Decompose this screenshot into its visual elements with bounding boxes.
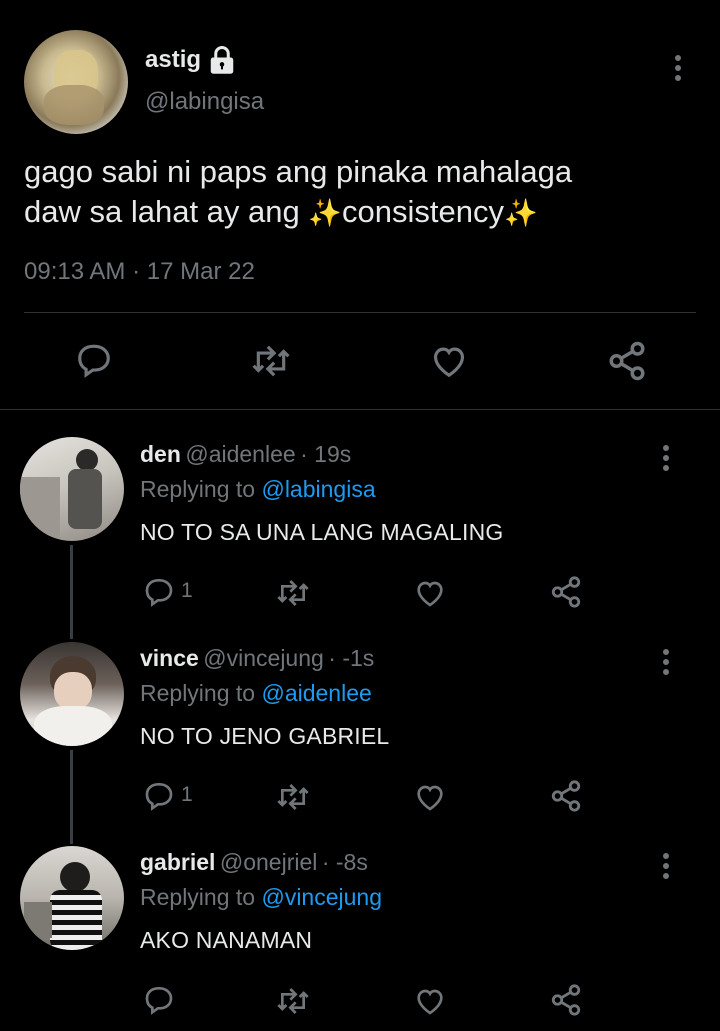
reply-text: AKO NANAMAN	[140, 927, 313, 953]
retweet-icon[interactable]	[274, 577, 312, 609]
tweet-time: 09:13 AM	[24, 258, 126, 285]
tweet-text: gago sabi ni paps ang pinaka mahalaga da…	[24, 152, 694, 233]
reply-avatar[interactable]	[20, 437, 124, 541]
heart-icon[interactable]	[413, 781, 447, 813]
reply-header: den @aidenlee · 19s	[140, 441, 351, 468]
reply-icon[interactable]: 1	[143, 779, 193, 811]
retweet-icon[interactable]	[250, 342, 292, 380]
reply-icon[interactable]	[75, 340, 113, 378]
share-icon[interactable]	[549, 779, 583, 813]
author-avatar[interactable]	[24, 30, 128, 134]
heart-icon[interactable]	[429, 342, 469, 380]
sparkles-emoji: ✨	[308, 198, 342, 228]
reply-avatar[interactable]	[20, 846, 124, 950]
reply-handle[interactable]: @onejriel	[220, 849, 318, 875]
reply-handle[interactable]: @vincejung	[203, 645, 324, 671]
more-options-icon[interactable]	[663, 445, 671, 475]
reply-text: NO TO SA UNA LANG MAGALING	[140, 519, 504, 545]
reply-count: 1	[181, 783, 193, 806]
replying-to-label: Replying to	[140, 476, 256, 502]
replying-to-handle[interactable]: @labingisa	[261, 476, 375, 502]
reply-text: NO TO JENO GABRIEL	[140, 723, 390, 749]
lock-icon	[207, 45, 237, 75]
thread-line	[70, 545, 73, 639]
reply-icon[interactable]: 1	[143, 575, 193, 607]
tweet-timestamp[interactable]: 09:13 AM · 17 Mar 22	[24, 258, 255, 286]
more-options-icon[interactable]	[663, 649, 671, 679]
tweet-text-line-2: daw sa lahat ay ang ✨consistency✨	[24, 192, 694, 233]
tweet-date: 17 Mar 22	[146, 258, 255, 285]
more-options-icon[interactable]	[663, 853, 671, 883]
reply-header: gabriel @onejriel · -8s	[140, 849, 368, 876]
reply-header: vince @vincejung · -1s	[140, 645, 374, 672]
tweet-text-part: daw sa lahat ay ang	[24, 194, 309, 229]
reply-icon[interactable]	[143, 983, 175, 1015]
share-icon[interactable]	[606, 340, 648, 382]
share-icon[interactable]	[549, 983, 583, 1017]
separator: ·	[132, 258, 141, 285]
retweet-icon[interactable]	[274, 985, 312, 1017]
reply-display-name[interactable]: den	[140, 441, 181, 467]
author-handle[interactable]: @labingisa	[145, 88, 264, 116]
replying-to-label: Replying to	[140, 680, 256, 706]
share-icon[interactable]	[549, 575, 583, 609]
reply-time: · -8s	[321, 849, 368, 875]
reply-avatar[interactable]	[20, 642, 124, 746]
replying-to-handle[interactable]: @vincejung	[261, 884, 382, 910]
tweet-text-line-1: gago sabi ni paps ang pinaka mahalaga	[24, 154, 573, 189]
author-display-name[interactable]: astig	[145, 46, 201, 74]
replying-to-label: Replying to	[140, 884, 256, 910]
reply-display-name[interactable]: vince	[140, 645, 199, 671]
reply-count: 1	[181, 579, 193, 602]
tweet-text-part: consistency	[341, 194, 504, 229]
reply-time: · 19s	[300, 441, 352, 467]
replying-to: Replying to @labingisa	[140, 476, 376, 503]
thread-line	[70, 750, 73, 844]
replying-to-handle[interactable]: @aidenlee	[261, 680, 371, 706]
more-options-icon[interactable]	[675, 55, 683, 85]
heart-icon[interactable]	[413, 985, 447, 1017]
replying-to: Replying to @vincejung	[140, 884, 382, 911]
divider	[0, 409, 720, 410]
reply-display-name[interactable]: gabriel	[140, 849, 215, 875]
reply-handle[interactable]: @aidenlee	[185, 441, 295, 467]
reply-time: · -1s	[328, 645, 375, 671]
replying-to: Replying to @aidenlee	[140, 680, 372, 707]
heart-icon[interactable]	[413, 577, 447, 609]
divider	[24, 312, 696, 313]
retweet-icon[interactable]	[274, 781, 312, 813]
sparkles-emoji: ✨	[503, 198, 538, 228]
